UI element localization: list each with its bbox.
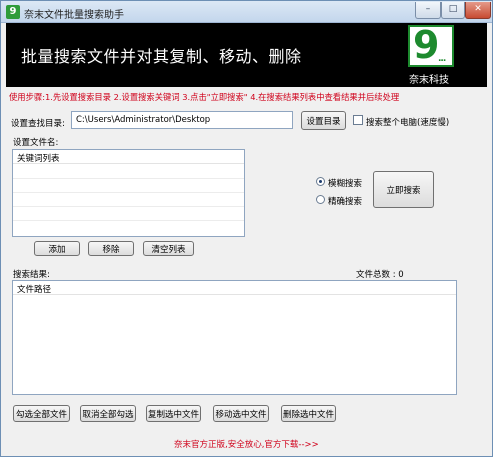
usage-steps: 使用步骤:1.先设置搜索目录 2.设置搜索关键词 3.点击"立即搜索" 4.在搜… — [9, 92, 400, 102]
minimize-button[interactable]: – — [415, 2, 441, 19]
maximize-button[interactable]: □ — [441, 2, 465, 19]
results-list[interactable]: 文件路径 — [12, 280, 457, 395]
keyword-list-row-line — [13, 178, 244, 179]
official-download-link[interactable]: 奈末官方正版,安全放心,官方下载-->> — [174, 438, 319, 450]
results-list-header: 文件路径 — [13, 281, 456, 295]
keyword-list-row-line — [13, 220, 244, 221]
title-bar[interactable]: 9 奈末文件批量搜索助手 – □ ✕ — [1, 1, 492, 23]
logo-nine-icon: 9 — [413, 23, 440, 67]
delete-selected-button[interactable]: 删除选中文件 — [281, 405, 336, 422]
keyword-list[interactable]: 关键词列表 — [12, 149, 245, 237]
logo-dots: ... — [438, 54, 446, 64]
clear-list-button[interactable]: 清空列表 — [143, 241, 194, 256]
set-directory-button[interactable]: 设置目录 — [301, 111, 346, 130]
search-now-button[interactable]: 立即搜索 — [373, 171, 434, 208]
filename-label: 设置文件名: — [13, 138, 59, 148]
window-title: 奈末文件批量搜索助手 — [24, 10, 124, 21]
close-button[interactable]: ✕ — [465, 2, 491, 19]
copy-selected-button[interactable]: 复制选中文件 — [146, 405, 201, 422]
remove-keyword-button[interactable]: 移除 — [88, 241, 134, 256]
add-keyword-button[interactable]: 添加 — [34, 241, 80, 256]
header-banner: 批量搜索文件并对其复制、移动、删除 9 ... 奈末科技 — [6, 23, 487, 87]
deselect-all-button[interactable]: 取消全部勾选 — [80, 405, 136, 422]
move-selected-button[interactable]: 移动选中文件 — [213, 405, 269, 422]
directory-label: 设置查找目录: — [11, 119, 65, 129]
banner-headline: 批量搜索文件并对其复制、移动、删除 — [21, 47, 302, 66]
results-label: 搜索结果: — [13, 270, 50, 280]
company-name: 奈末科技 — [409, 75, 449, 86]
exact-search-radio[interactable] — [316, 195, 325, 204]
keyword-list-row-line — [13, 192, 244, 193]
keyword-list-row-line — [13, 206, 244, 207]
company-logo: 9 ... — [408, 23, 454, 67]
keyword-list-header: 关键词列表 — [13, 150, 244, 164]
exact-search-label: 精确搜索 — [328, 197, 363, 207]
search-whole-computer-checkbox[interactable] — [353, 115, 363, 125]
search-whole-computer-label: 搜索整个电脑(速度慢) — [366, 118, 450, 128]
fuzzy-search-radio[interactable] — [316, 177, 325, 186]
directory-input[interactable] — [71, 111, 293, 129]
file-total-count: 文件总数 : 0 — [356, 270, 404, 280]
app-icon: 9 — [6, 5, 20, 19]
app-window: 9 奈末文件批量搜索助手 – □ ✕ 批量搜索文件并对其复制、移动、删除 9 .… — [0, 0, 493, 457]
select-all-button[interactable]: 勾选全部文件 — [13, 405, 70, 422]
fuzzy-search-label: 模糊搜索 — [328, 179, 363, 189]
